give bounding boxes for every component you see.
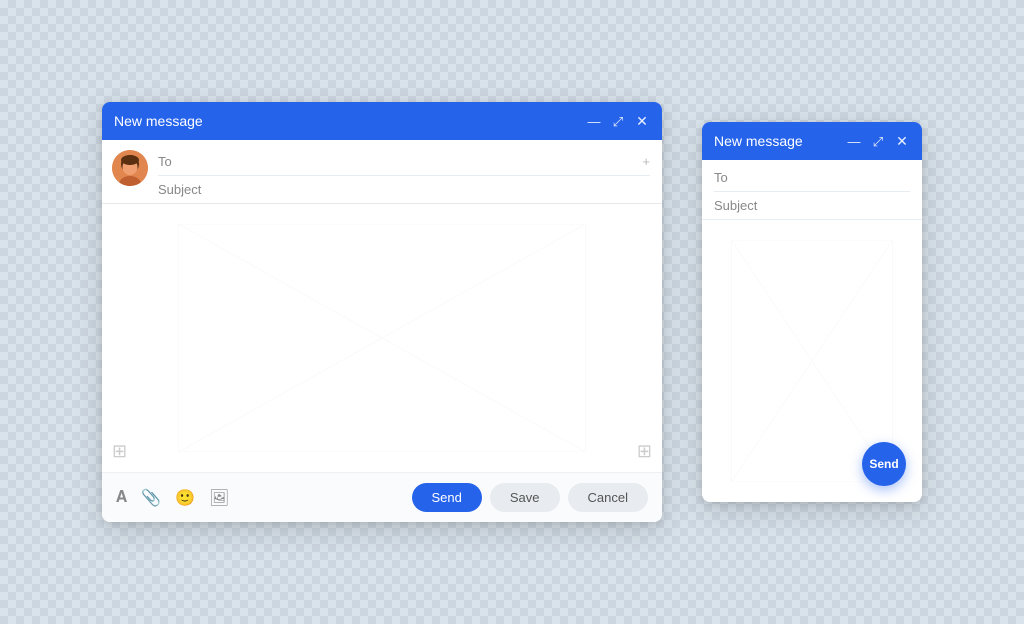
font-icon[interactable]: 𝐀 <box>116 489 127 507</box>
subject-input[interactable] <box>208 182 650 197</box>
title-bar-small: New message — ⤢ ✕ <box>702 122 922 160</box>
compose-window-small: New message — ⤢ ✕ To Subject <box>702 122 922 502</box>
to-input[interactable] <box>208 154 642 169</box>
maximize-button-small[interactable]: ⤢ <box>870 133 886 149</box>
subject-field-row-small: Subject <box>714 192 910 219</box>
subject-label: Subject <box>158 182 208 197</box>
compose-body-large: ⊞ ⊞ <box>102 204 662 472</box>
subject-field-row: Subject <box>158 176 650 203</box>
close-button-small[interactable]: ✕ <box>894 133 910 149</box>
close-button-large[interactable]: ✕ <box>634 113 650 129</box>
save-button-large[interactable]: Save <box>490 483 560 512</box>
add-recipient-icon[interactable]: + <box>642 154 650 169</box>
avatar <box>112 150 148 186</box>
compose-window-large: New message — ⤢ ✕ <box>102 102 662 522</box>
to-label: To <box>158 154 208 169</box>
to-input-small[interactable] <box>764 170 922 185</box>
cancel-button-large[interactable]: Cancel <box>568 483 648 512</box>
footer-actions-large: Send Save Cancel <box>412 483 648 512</box>
send-fab-button[interactable]: Send <box>862 442 906 486</box>
footer-icons-large: 𝐀 📎 🙂 🖼 <box>116 488 229 508</box>
to-field-row-small: To <box>714 164 910 192</box>
compose-inner-small: To Subject Send <box>702 160 922 502</box>
window-title-small: New message <box>714 133 803 149</box>
compose-fields-large: To + Subject <box>158 148 650 203</box>
window-controls-small: — ⤢ ✕ <box>846 133 910 149</box>
compose-footer-large: 𝐀 📎 🙂 🖼 Send Save Cancel <box>102 472 662 522</box>
compose-inner-large: To + Subject ⊞ ⊞ <box>102 140 662 522</box>
title-bar-large: New message — ⤢ ✕ <box>102 102 662 140</box>
send-button-large[interactable]: Send <box>412 483 482 512</box>
subject-input-small[interactable] <box>764 198 922 213</box>
compose-header-large: To + Subject <box>102 140 662 204</box>
to-label-small: To <box>714 170 764 185</box>
attachment-icon[interactable]: 📎 <box>141 488 161 508</box>
compose-header-small: To Subject <box>702 160 922 220</box>
maximize-button-large[interactable]: ⤢ <box>610 113 626 129</box>
minimize-button-small[interactable]: — <box>846 133 862 149</box>
emoji-icon[interactable]: 🙂 <box>175 488 195 508</box>
minimize-button-large[interactable]: — <box>586 113 602 129</box>
subject-label-small: Subject <box>714 198 764 213</box>
image-icon[interactable]: 🖼 <box>209 488 229 508</box>
window-controls-large: — ⤢ ✕ <box>586 113 650 129</box>
message-body-input[interactable] <box>102 204 662 472</box>
to-field-row: To + <box>158 148 650 176</box>
window-title-large: New message <box>114 113 203 129</box>
